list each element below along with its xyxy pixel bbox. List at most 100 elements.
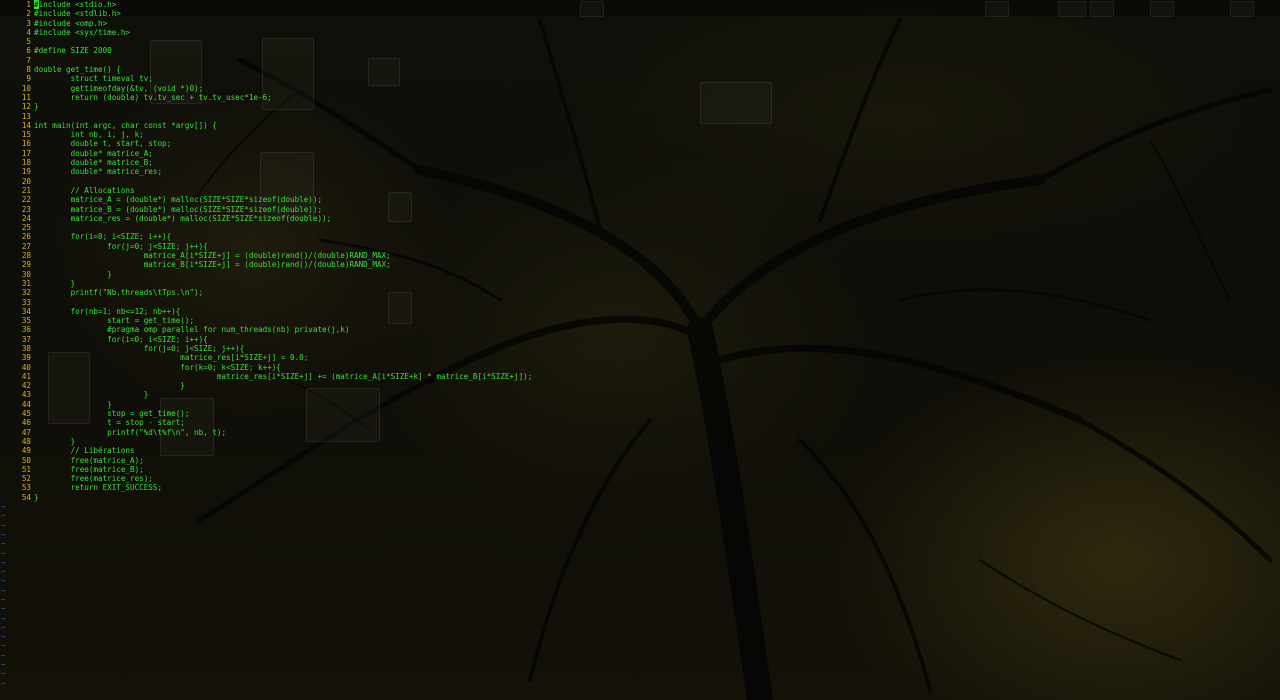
code-line[interactable]: 31 } xyxy=(0,279,1280,288)
code-text[interactable]: #include <stdio.h> xyxy=(34,0,116,9)
code-text[interactable]: return (double) tv.tv_sec + tv.tv_usec*1… xyxy=(34,93,272,102)
code-text[interactable]: } xyxy=(34,400,112,409)
code-text[interactable]: free(matrice_res); xyxy=(34,474,153,483)
code-text[interactable]: matrice_res[i*SIZE+j] += (matrice_A[i*SI… xyxy=(34,372,532,381)
code-line[interactable]: 23 matrice_B = (double*) malloc(SIZE*SIZ… xyxy=(0,205,1280,214)
code-line[interactable]: 38 for(j=0; j<SIZE; j++){ xyxy=(0,344,1280,353)
code-text[interactable]: printf("Nb.threads\tTps.\n"); xyxy=(34,288,204,297)
code-text[interactable]: int nb, i, j, k; xyxy=(34,130,144,139)
code-line[interactable]: 32 printf("Nb.threads\tTps.\n"); xyxy=(0,288,1280,297)
code-text[interactable]: struct timeval tv; xyxy=(34,74,153,83)
code-text[interactable]: double* matrice_res; xyxy=(34,167,162,176)
code-text[interactable]: matrice_res = (double*) malloc(SIZE*SIZE… xyxy=(34,214,332,223)
code-line[interactable]: 54} xyxy=(0,493,1280,502)
code-text[interactable]: for(k=0; k<SIZE; k++){ xyxy=(34,363,281,372)
code-line[interactable]: 8 double get_time() { xyxy=(0,65,1280,74)
code-text[interactable]: matrice_A[i*SIZE+j] = (double)rand()/(do… xyxy=(34,251,391,260)
code-line[interactable]: 28 matrice_A[i*SIZE+j] = (double)rand()/… xyxy=(0,251,1280,260)
code-text[interactable]: free(matrice_B); xyxy=(34,465,144,474)
code-text[interactable]: int main(int argc, char const *argv[]) { xyxy=(34,121,217,130)
code-text[interactable]: for(j=0; j<SIZE; j++){ xyxy=(34,344,245,353)
code-line[interactable]: 49 // Libérations xyxy=(0,446,1280,455)
code-line[interactable]: 2 #include <stdlib.h> xyxy=(0,9,1280,18)
code-line[interactable]: 25 xyxy=(0,223,1280,232)
code-line[interactable]: 14 int main(int argc, char const *argv[])… xyxy=(0,121,1280,130)
code-line[interactable]: 12} xyxy=(0,102,1280,111)
code-text[interactable]: double* matrice_B; xyxy=(34,158,153,167)
code-text[interactable]: start = get_time(); xyxy=(34,316,194,325)
code-line[interactable]: 26 for(i=0; i<SIZE; i++){ xyxy=(0,232,1280,241)
code-text[interactable]: #pragma omp parallel for num_threads(nb)… xyxy=(34,325,349,334)
code-text[interactable]: return EXIT_SUCCESS; xyxy=(34,483,162,492)
code-text[interactable]: for(nb=1; nb<=12; nb++){ xyxy=(34,307,181,316)
code-line[interactable]: 40 for(k=0; k<SIZE; k++){ xyxy=(0,363,1280,372)
code-line[interactable]: 30 } xyxy=(0,270,1280,279)
code-text[interactable]: for(j=0; j<SIZE; j++){ xyxy=(34,242,208,251)
code-line[interactable]: 35 start = get_time(); xyxy=(0,316,1280,325)
code-line[interactable]: 46 t = stop - start; xyxy=(0,418,1280,427)
code-line[interactable]: 48 } xyxy=(0,437,1280,446)
code-line[interactable]: 1 #include <stdio.h> xyxy=(0,0,1280,9)
code-text[interactable]: matrice_B = (double*) malloc(SIZE*SIZE*s… xyxy=(34,205,322,214)
code-line[interactable]: 5 xyxy=(0,37,1280,46)
code-text[interactable]: // Allocations xyxy=(34,186,135,195)
code-line[interactable]: 45 stop = get_time(); xyxy=(0,409,1280,418)
code-line[interactable]: 33 xyxy=(0,298,1280,307)
code-line[interactable]: 9 struct timeval tv; xyxy=(0,74,1280,83)
code-text[interactable]: double get_time() { xyxy=(34,65,121,74)
code-text[interactable]: // Libérations xyxy=(34,446,135,455)
code-text[interactable]: double t, start, stop; xyxy=(34,139,172,148)
code-line[interactable]: 20 xyxy=(0,177,1280,186)
code-text[interactable]: for(i=0; i<SIZE; i++){ xyxy=(34,335,208,344)
code-text[interactable]: #define SIZE 2000 xyxy=(34,46,112,55)
code-text[interactable]: free(matrice_A); xyxy=(34,456,144,465)
code-line[interactable]: 7 xyxy=(0,56,1280,65)
code-line[interactable]: 21 // Allocations xyxy=(0,186,1280,195)
code-line[interactable]: 4 #include <sys/time.h> xyxy=(0,28,1280,37)
code-line[interactable]: 29 matrice_B[i*SIZE+j] = (double)rand()/… xyxy=(0,260,1280,269)
code-text[interactable]: matrice_A = (double*) malloc(SIZE*SIZE*s… xyxy=(34,195,322,204)
code-line[interactable]: 27 for(j=0; j<SIZE; j++){ xyxy=(0,242,1280,251)
code-text[interactable]: #include <stdlib.h> xyxy=(34,9,121,18)
code-text[interactable]: t = stop - start; xyxy=(34,418,185,427)
code-text[interactable]: for(i=0; i<SIZE; i++){ xyxy=(34,232,172,241)
code-text[interactable]: double* matrice_A; xyxy=(34,149,153,158)
code-line[interactable]: 42 } xyxy=(0,381,1280,390)
code-text[interactable]: } xyxy=(34,270,112,279)
code-text[interactable]: } xyxy=(34,390,149,399)
code-text[interactable]: } xyxy=(34,493,39,502)
code-line[interactable]: 43 } xyxy=(0,390,1280,399)
code-text[interactable]: #include <sys/time.h> xyxy=(34,28,130,37)
code-text[interactable]: matrice_B[i*SIZE+j] = (double)rand()/(do… xyxy=(34,260,391,269)
code-line[interactable]: 13 xyxy=(0,112,1280,121)
code-line[interactable]: 44 } xyxy=(0,400,1280,409)
code-line[interactable]: 3 #include <omp.h> xyxy=(0,19,1280,28)
code-text[interactable]: } xyxy=(34,437,76,446)
code-text[interactable]: gettimeofday(&tv, (void *)0); xyxy=(34,84,204,93)
code-line[interactable]: 52 free(matrice_res); xyxy=(0,474,1280,483)
code-line[interactable]: 34 for(nb=1; nb<=12; nb++){ xyxy=(0,307,1280,316)
code-line[interactable]: 24 matrice_res = (double*) malloc(SIZE*S… xyxy=(0,214,1280,223)
code-text[interactable]: printf("%d\t%f\n", nb, t); xyxy=(34,428,226,437)
code-line[interactable]: 10 gettimeofday(&tv, (void *)0); xyxy=(0,84,1280,93)
code-line[interactable]: 16 double t, start, stop; xyxy=(0,139,1280,148)
code-text[interactable]: #include <omp.h> xyxy=(34,19,107,28)
code-line[interactable]: 41 matrice_res[i*SIZE+j] += (matrice_A[i… xyxy=(0,372,1280,381)
code-line[interactable]: 17 double* matrice_A; xyxy=(0,149,1280,158)
code-line[interactable]: 53 return EXIT_SUCCESS; xyxy=(0,483,1280,492)
code-line[interactable]: 6 #define SIZE 2000 xyxy=(0,46,1280,55)
code-line[interactable]: 39 matrice_res[i*SIZE+j] = 0.0; xyxy=(0,353,1280,362)
code-line[interactable]: 47 printf("%d\t%f\n", nb, t); xyxy=(0,428,1280,437)
code-line[interactable]: 36 #pragma omp parallel for num_threads(… xyxy=(0,325,1280,334)
code-line[interactable]: 51 free(matrice_B); xyxy=(0,465,1280,474)
code-text[interactable]: stop = get_time(); xyxy=(34,409,189,418)
code-line[interactable]: 11 return (double) tv.tv_sec + tv.tv_use… xyxy=(0,93,1280,102)
code-text[interactable]: } xyxy=(34,279,76,288)
code-line[interactable]: 19 double* matrice_res; xyxy=(0,167,1280,176)
code-text[interactable]: } xyxy=(34,102,39,111)
code-line[interactable]: 22 matrice_A = (double*) malloc(SIZE*SIZ… xyxy=(0,195,1280,204)
code-line[interactable]: 15 int nb, i, j, k; xyxy=(0,130,1280,139)
code-line[interactable]: 50 free(matrice_A); xyxy=(0,456,1280,465)
code-line[interactable]: 18 double* matrice_B; xyxy=(0,158,1280,167)
vim-editor[interactable]: 1 #include <stdio.h> 2 #include <stdlib.h> 3… xyxy=(0,0,1280,700)
